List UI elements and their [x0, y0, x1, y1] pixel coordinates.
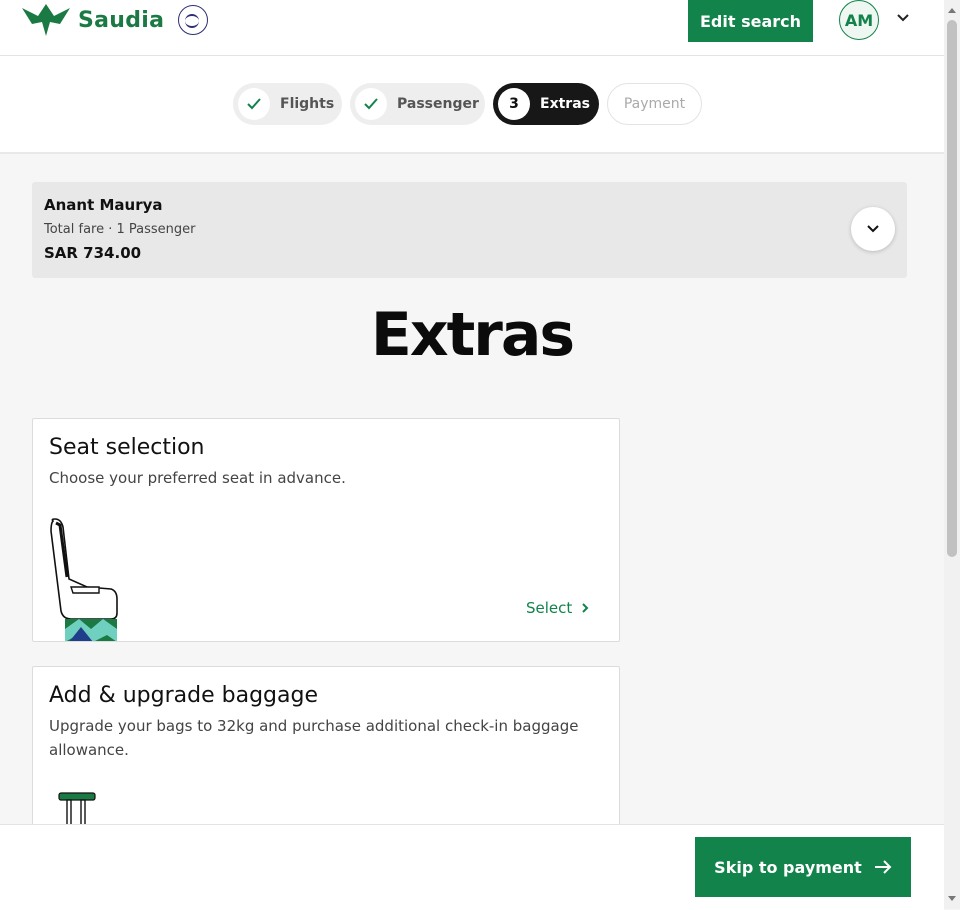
check-icon — [355, 88, 387, 120]
total-price: SAR 734.00 — [44, 244, 142, 262]
card-description: Choose your preferred seat in advance. — [49, 469, 346, 487]
baggage-card[interactable]: Add & upgrade baggage Upgrade your bags … — [32, 666, 620, 848]
step-payment: Payment — [607, 83, 702, 125]
vertical-scrollbar[interactable] — [944, 0, 960, 909]
step-label: Payment — [623, 96, 686, 112]
passenger-name: Anant Maurya — [44, 196, 163, 214]
step-label: Passenger — [397, 96, 479, 112]
edit-search-button[interactable]: Edit search — [688, 0, 813, 42]
check-icon — [238, 88, 270, 120]
step-passenger[interactable]: Passenger — [350, 83, 485, 125]
skip-label: Skip to payment — [714, 857, 862, 877]
user-avatar[interactable]: AM — [839, 0, 879, 40]
scroll-down-icon[interactable] — [948, 896, 956, 901]
step-extras[interactable]: 3 Extras — [493, 83, 599, 125]
booking-progress-steps: Flights Passenger 3 Extras Payment — [0, 56, 944, 154]
scroll-up-icon[interactable] — [948, 8, 956, 13]
chevron-down-icon[interactable] — [895, 10, 911, 26]
step-label: Flights — [280, 96, 335, 112]
select-seat-link[interactable]: Select — [526, 599, 590, 617]
seat-selection-card[interactable]: Seat selection Choose your preferred sea… — [32, 418, 620, 642]
fare-subtitle: Total fare · 1 Passenger — [44, 222, 196, 237]
skip-to-payment-button[interactable]: Skip to payment — [695, 837, 911, 897]
baggage-illustration — [58, 792, 96, 829]
brand-name: Saudia — [78, 7, 165, 33]
page-title: Extras — [370, 300, 575, 370]
chevron-down-icon — [867, 225, 879, 233]
fare-expand-button[interactable] — [851, 207, 895, 251]
card-title: Add & upgrade baggage — [49, 683, 318, 708]
step-flights[interactable]: Flights — [233, 83, 342, 125]
arrow-right-icon — [874, 860, 892, 874]
saudia-logo-icon — [22, 4, 70, 36]
footer-bar: Skip to payment — [0, 824, 944, 910]
fare-summary: Anant Maurya Total fare · 1 Passenger SA… — [32, 182, 907, 278]
select-label: Select — [526, 599, 573, 617]
skyteam-logo-icon — [178, 5, 209, 35]
scroll-thumb[interactable] — [947, 20, 957, 557]
step-label: Extras — [540, 96, 590, 112]
seat-illustration — [50, 518, 118, 641]
chevron-right-icon — [582, 603, 589, 613]
step-number: 3 — [498, 88, 530, 120]
saudia-logo[interactable]: Saudia — [20, 0, 209, 40]
top-navigation-bar: Saudia Edit search AM — [0, 0, 944, 56]
card-title: Seat selection — [49, 435, 205, 460]
card-description: Upgrade your bags to 32kg and purchase a… — [49, 717, 579, 759]
